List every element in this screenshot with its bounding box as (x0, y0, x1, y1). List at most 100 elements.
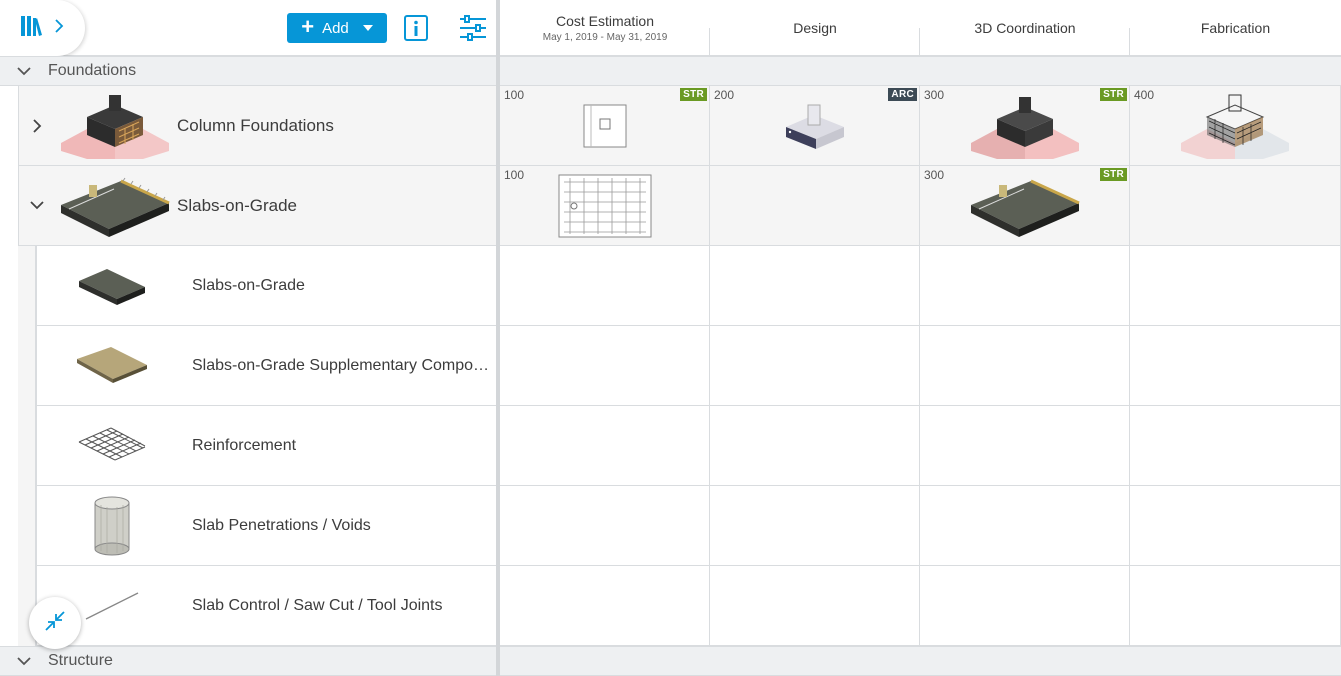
info-button[interactable] (403, 14, 429, 42)
cell[interactable] (710, 406, 920, 486)
cell-column-foundations-cost[interactable]: 100 STR (500, 86, 710, 166)
cell[interactable] (1130, 246, 1341, 326)
cell-column-foundations-coordination[interactable]: 300 STR (920, 86, 1130, 166)
cell-number: 200 (714, 88, 735, 102)
cell[interactable] (500, 326, 710, 406)
column-title: Cost Estimation (555, 12, 655, 29)
cell-slabs-on-grade-fabrication[interactable] (1130, 166, 1341, 246)
cell[interactable] (710, 566, 920, 646)
chevron-down-icon (0, 656, 48, 666)
column-title: Design (793, 19, 837, 36)
cell[interactable] (920, 406, 1130, 486)
cell[interactable] (710, 326, 920, 406)
group-band-foundations (500, 56, 1341, 86)
subrow-slabs-supplementary[interactable]: Slabs-on-Grade Supplementary Components (36, 326, 497, 406)
subrow-reinforcement[interactable]: Reinforcement (36, 406, 497, 486)
cylinder-thumbnail (37, 486, 187, 566)
stage-grid: Cost Estimation May 1, 2019 - May 31, 20… (500, 0, 1341, 676)
group-header-structure[interactable]: Structure (0, 646, 497, 676)
slab-thumbnail (37, 246, 187, 326)
discipline-tag: STR (1100, 88, 1127, 101)
plus-icon: + (301, 14, 315, 39)
cell[interactable] (1130, 406, 1341, 486)
cell-slabs-on-grade-coordination[interactable]: 300 STR (920, 166, 1130, 246)
chevron-down-icon[interactable] (19, 201, 55, 210)
add-button[interactable]: + Add (287, 13, 387, 43)
cell-slabs-on-grade-design[interactable] (710, 166, 920, 246)
model-preview (920, 166, 1130, 246)
chevron-right-icon (54, 18, 64, 38)
sliders-icon (459, 15, 487, 45)
filter-button[interactable] (459, 15, 487, 41)
discipline-tag: STR (680, 88, 707, 101)
cell[interactable] (920, 566, 1130, 646)
subrow-label: Slabs-on-Grade Supplementary Components (192, 356, 497, 374)
column-header-cost-estimation[interactable]: Cost Estimation May 1, 2019 - May 31, 20… (500, 0, 710, 56)
column-title: Fabrication (1200, 19, 1271, 36)
cell-slabs-on-grade-cost[interactable]: 100 (500, 166, 710, 246)
column-foundation-thumbnail (55, 86, 175, 166)
group-header-foundations[interactable]: Foundations (0, 56, 497, 86)
model-preview (920, 86, 1130, 166)
library-books-icon (20, 15, 46, 42)
row-column-foundations[interactable]: Column Foundations (18, 86, 497, 166)
toolbar: + Add (0, 0, 497, 56)
discipline-tag: STR (1100, 168, 1127, 181)
subrow-label: Slab Penetrations / Voids (192, 516, 371, 534)
cell[interactable] (920, 326, 1130, 406)
cell[interactable] (1130, 566, 1341, 646)
cell[interactable] (500, 486, 710, 566)
cell-number: 300 (924, 88, 945, 102)
library-button[interactable] (0, 0, 85, 56)
rebar-mesh-thumbnail (37, 406, 187, 486)
subrow-label: Slab Control / Saw Cut / Tool Joints (192, 596, 443, 614)
slab-on-grade-thumbnail (55, 166, 175, 246)
group-band-structure (500, 646, 1341, 676)
row-label: Slabs-on-Grade (177, 195, 298, 215)
model-preview (1130, 86, 1340, 166)
row-label: Column Foundations (177, 115, 334, 135)
column-header-3d-coordination[interactable]: 3D Coordination (920, 0, 1130, 56)
cell[interactable] (500, 406, 710, 486)
group-label: Foundations (48, 62, 137, 79)
subrow-slabs-on-grade[interactable]: Slabs-on-Grade (36, 246, 497, 326)
chevron-down-icon (0, 66, 48, 76)
cell[interactable] (1130, 486, 1341, 566)
add-button-label: Add (322, 19, 349, 37)
cell[interactable] (920, 246, 1130, 326)
indent-guide (18, 246, 36, 646)
cell-number: 300 (924, 168, 945, 182)
supplementary-slab-thumbnail (37, 326, 187, 406)
cell[interactable] (1130, 326, 1341, 406)
subrow-label: Slabs-on-Grade (192, 276, 305, 294)
cell[interactable] (500, 566, 710, 646)
app: + Add Foundations Column Foundations Sla… (0, 0, 1341, 676)
cell-number: 100 (504, 168, 525, 182)
collapse-button[interactable] (29, 597, 81, 649)
cell[interactable] (920, 486, 1130, 566)
cell-column-foundations-fabrication[interactable]: 400 (1130, 86, 1341, 166)
subrow-slab-control-joints[interactable]: Slab Control / Saw Cut / Tool Joints (36, 566, 497, 646)
subrow-slab-penetrations[interactable]: Slab Penetrations / Voids (36, 486, 497, 566)
cell-number: 400 (1134, 88, 1155, 102)
left-panel: + Add Foundations Column Foundations Sla… (0, 0, 497, 676)
model-preview (500, 166, 710, 246)
cell-number: 100 (504, 88, 525, 102)
group-label: Structure (48, 652, 113, 669)
column-dates: May 1, 2019 - May 31, 2019 (542, 31, 668, 43)
cell[interactable] (710, 486, 920, 566)
subrow-label: Reinforcement (192, 436, 297, 454)
cell-column-foundations-design[interactable]: 200 ARC (710, 86, 920, 166)
model-preview (500, 86, 710, 166)
row-slabs-on-grade[interactable]: Slabs-on-Grade (18, 166, 497, 246)
cell[interactable] (500, 246, 710, 326)
caret-down-icon (362, 25, 373, 31)
cell[interactable] (710, 246, 920, 326)
column-title: 3D Coordination (974, 19, 1076, 36)
column-header-design[interactable]: Design (710, 0, 920, 56)
info-icon (403, 15, 429, 46)
chevron-right-icon[interactable] (19, 118, 55, 133)
discipline-tag: ARC (888, 88, 917, 101)
collapse-arrows-icon (44, 610, 66, 637)
column-header-fabrication[interactable]: Fabrication (1130, 0, 1341, 56)
